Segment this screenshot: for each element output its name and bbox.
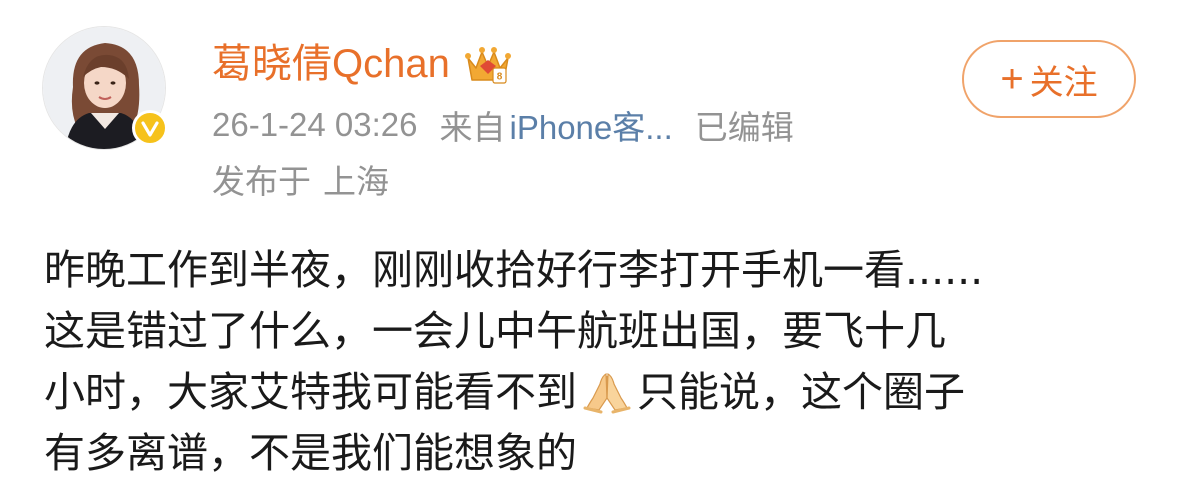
crown-membership-icon[interactable]: 8 (462, 42, 514, 86)
post-timestamp: 26-1-24 03:26 (212, 106, 418, 143)
post-meta: 26-1-24 03:26 来自 iPhone客... 已编辑 (212, 102, 794, 148)
author-name-row: 葛晓倩Qchan 8 (212, 38, 514, 90)
author-name[interactable]: 葛晓倩Qchan (212, 38, 450, 90)
weibo-post-card: 葛晓倩Qchan 8 26-1-24 03:26 来自 iPhone客... 已… (0, 0, 1179, 478)
post-body[interactable]: 昨晚工作到半夜，刚刚收拾好行李打开手机一看...... 这是错过了什么，一会儿中… (44, 240, 1154, 478)
verified-badge-icon (132, 110, 168, 146)
post-text-segment: 小时，大家艾特我可能看不到 (44, 368, 577, 416)
post-text-line: 小时，大家艾特我可能看不到 只能说，这个圈子 (44, 362, 1154, 423)
post-text-line: 有多离谱，不是我们能想象的 (44, 429, 577, 477)
praying-hands-emoji-icon (583, 373, 631, 414)
follow-button-label: 关注 (1029, 63, 1098, 102)
post-text-segment: 只能说，这个圈子 (637, 368, 965, 416)
post-text-line: 昨晚工作到半夜，刚刚收拾好行李打开手机一看...... (44, 246, 984, 294)
follow-button[interactable]: + 关注 (962, 40, 1136, 118)
post-text-line: 这是错过了什么，一会儿中午航班出国，要飞十几 (44, 307, 946, 355)
svg-text:8: 8 (497, 72, 503, 83)
edited-label[interactable]: 已编辑 (695, 101, 794, 149)
source-link[interactable]: iPhone客... (510, 101, 673, 149)
source-prefix: 来自 (439, 109, 506, 146)
plus-icon: + (1000, 57, 1024, 101)
post-location: 发布于 上海 (212, 156, 389, 202)
author-avatar-container[interactable] (42, 26, 168, 150)
location-prefix: 发布于 (212, 163, 311, 200)
location-city: 上海 (323, 163, 389, 200)
